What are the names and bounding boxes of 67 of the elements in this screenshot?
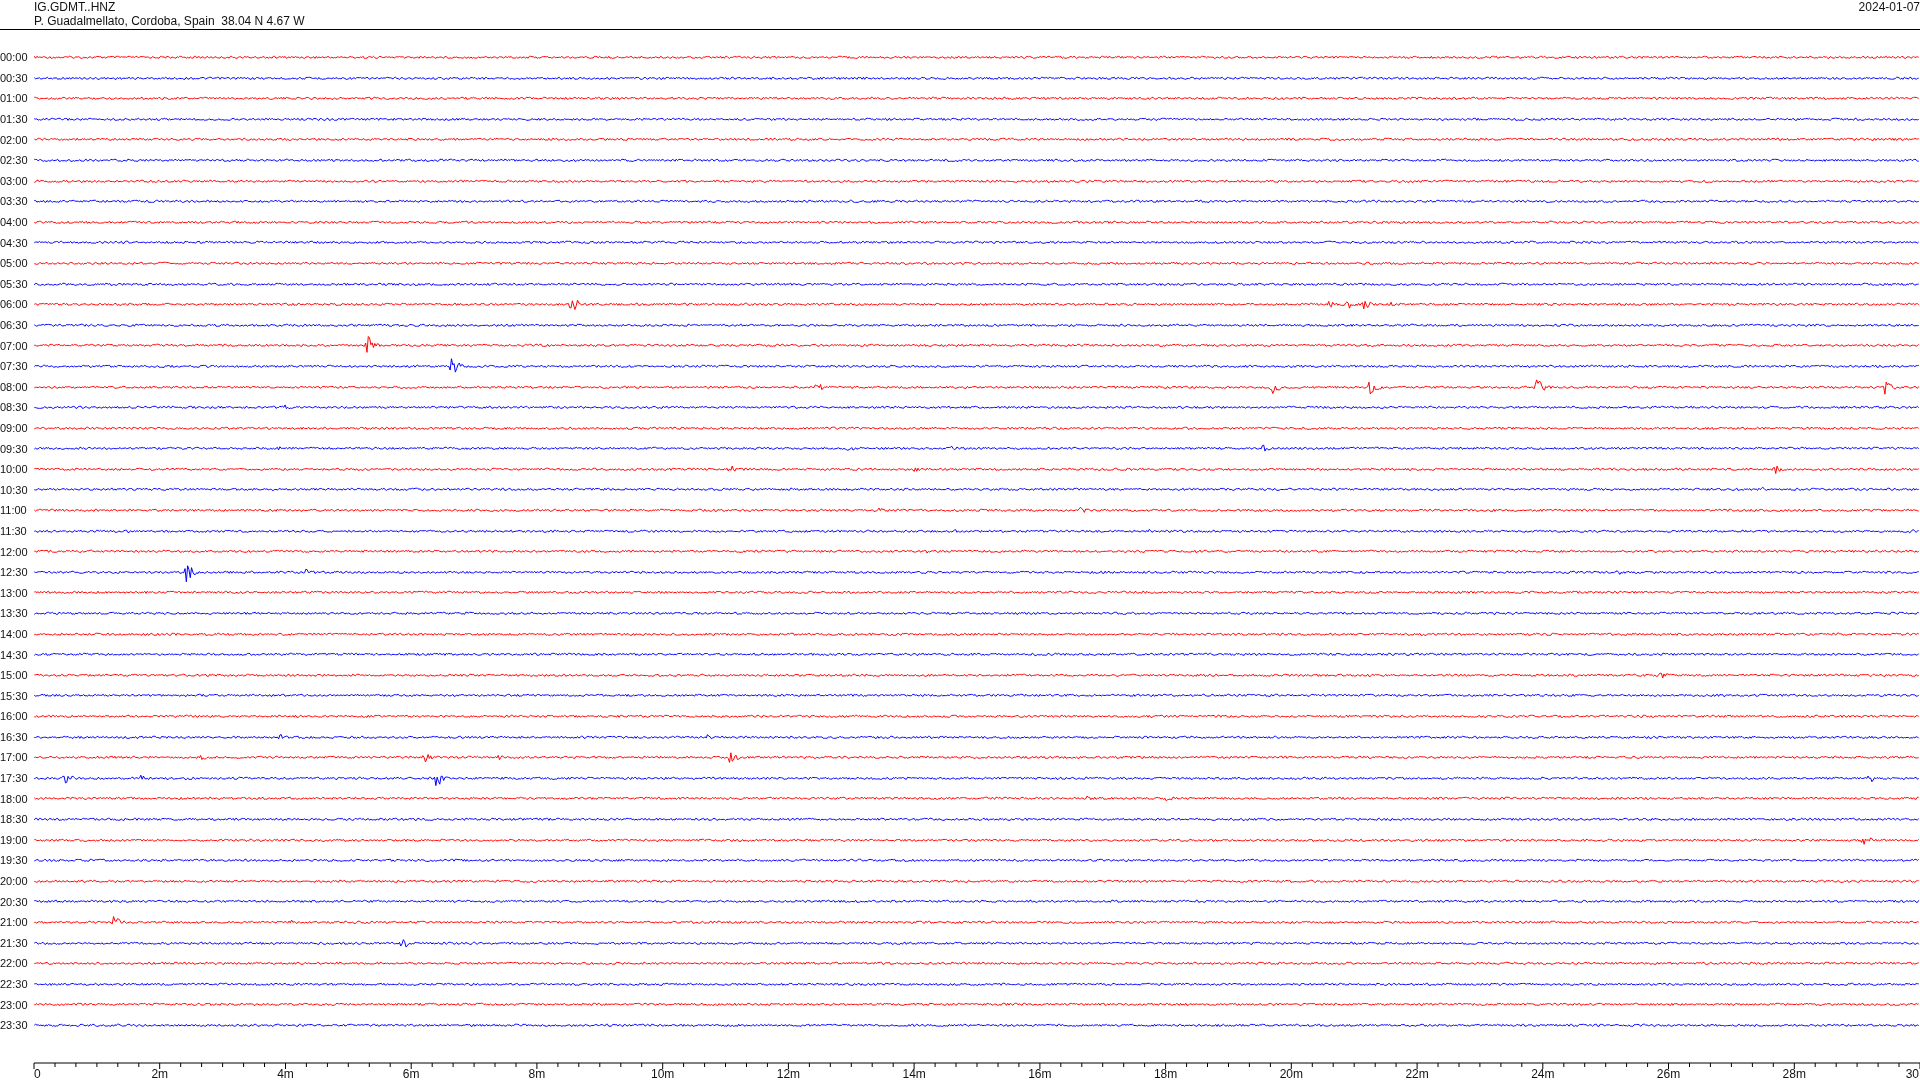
axis-label: 24m: [1531, 1066, 1555, 1080]
time-label: 23:30: [0, 1019, 29, 1032]
time-label: 00:00: [0, 51, 29, 64]
time-label: 12:30: [0, 566, 29, 579]
time-label: 05:30: [0, 277, 29, 290]
axis-label: 30: [1905, 1066, 1919, 1080]
time-label: 19:30: [0, 854, 29, 867]
time-label: 08:00: [0, 380, 29, 393]
time-label: 06:00: [0, 298, 29, 311]
date-label: 2024-01-07: [1858, 0, 1920, 16]
time-label: 22:00: [0, 957, 29, 970]
time-label: 18:30: [0, 813, 29, 826]
time-label: 15:30: [0, 689, 29, 702]
time-label: 22:30: [0, 978, 29, 990]
time-label: 16:30: [0, 730, 29, 743]
time-label: 14:00: [0, 627, 29, 640]
time-label: 06:30: [0, 319, 29, 331]
time-label: 15:00: [0, 669, 29, 682]
time-label: 21:30: [0, 936, 29, 949]
time-label: 23:00: [0, 998, 29, 1011]
time-label: 10:00: [0, 463, 29, 476]
axis-label: 16m: [1028, 1066, 1052, 1080]
time-label: 09:30: [0, 442, 29, 455]
time-label: 19:00: [0, 833, 29, 846]
time-label: 01:00: [0, 92, 29, 105]
axis-label: 14m: [902, 1066, 926, 1080]
time-label: 02:00: [0, 133, 29, 146]
axis-label: 2m: [151, 1066, 169, 1080]
axis-label: 26m: [1656, 1066, 1681, 1080]
axis-label: 28m: [1782, 1066, 1806, 1080]
time-label: 17:30: [0, 772, 29, 785]
station-location: P. Guadalmellato, Cordoba, Spain 38.04 N 4.67 W: [34, 14, 305, 28]
time-label: 21:00: [0, 916, 29, 929]
time-label: 02:30: [0, 154, 29, 167]
time-label: 18:00: [0, 792, 29, 805]
time-label: 03:30: [0, 195, 29, 208]
time-label: 13:30: [0, 607, 29, 620]
axis-label: 18m: [1153, 1066, 1178, 1080]
station-code: IG.GDMT..HNZ: [34, 0, 117, 14]
time-label: 04:00: [0, 216, 29, 229]
time-label: 20:00: [0, 875, 29, 888]
time-label: 13:00: [0, 586, 29, 599]
time-label: 09:00: [0, 422, 29, 434]
axis-label: 0: [34, 1066, 41, 1080]
time-label: 07:30: [0, 360, 29, 373]
axis-label: 12m: [776, 1066, 801, 1080]
time-label: 03:00: [0, 174, 29, 187]
time-label: 04:30: [0, 236, 29, 249]
time-label: 11:00: [0, 504, 28, 517]
axis-label: 22m: [1405, 1066, 1429, 1080]
time-label: 17:00: [0, 751, 29, 764]
time-label: 20:30: [0, 895, 29, 908]
axis-label: 8m: [528, 1066, 546, 1080]
time-label: 14:30: [0, 648, 29, 661]
time-label: 01:30: [0, 113, 29, 126]
time-label: 00:30: [0, 71, 29, 84]
time-label: 16:00: [0, 710, 29, 723]
time-label: 10:30: [0, 483, 29, 496]
axis-label: 20m: [1279, 1066, 1303, 1080]
axis-label: 6m: [402, 1066, 420, 1080]
axis-label: 4m: [277, 1066, 294, 1080]
time-label: 05:00: [0, 257, 29, 270]
time-label: 12:00: [0, 545, 29, 558]
time-label: 07:00: [0, 339, 29, 352]
axis-label: 10m: [651, 1066, 675, 1080]
time-label: 11:30: [0, 524, 28, 537]
time-label: 08:30: [0, 401, 29, 414]
